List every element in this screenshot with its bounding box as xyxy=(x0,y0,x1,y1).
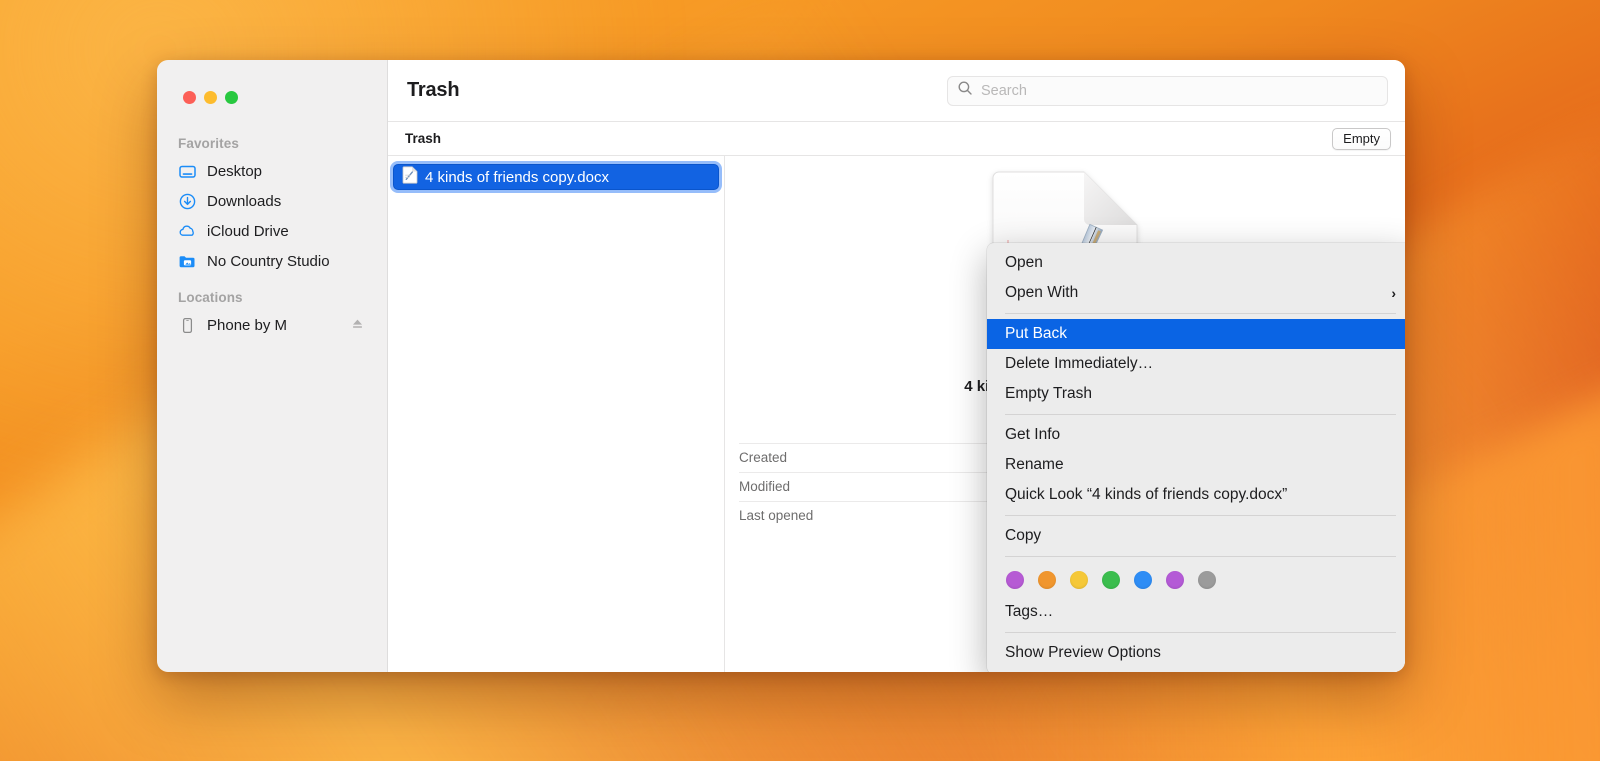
sidebar-item-label: No Country Studio xyxy=(207,254,330,269)
menu-item-show-preview-options[interactable]: Show Preview Options xyxy=(987,638,1405,668)
finder-window: Favorites Desktop Downloads xyxy=(157,60,1405,672)
sidebar-item-phone-by-m[interactable]: Phone by M xyxy=(157,310,387,340)
file-list-row-selected[interactable]: 4 kinds of friends copy.docx xyxy=(393,164,719,190)
sidebar-item-label: Phone by M xyxy=(207,318,287,333)
menu-item-label: Open xyxy=(1005,254,1043,272)
docx-file-icon xyxy=(402,166,418,188)
menu-separator xyxy=(1005,515,1396,516)
menu-item-put-back[interactable]: Put Back xyxy=(987,319,1405,349)
sidebar-item-desktop[interactable]: Desktop xyxy=(157,156,387,186)
menu-item-label: Rename xyxy=(1005,456,1064,474)
menu-item-empty-trash[interactable]: Empty Trash xyxy=(987,379,1405,409)
menu-item-label: Copy xyxy=(1005,527,1041,545)
page-title: Trash xyxy=(407,79,459,102)
menu-item-tags[interactable]: Tags… xyxy=(987,597,1405,627)
menu-separator xyxy=(1005,556,1396,557)
sidebar-item-icloud-drive[interactable]: iCloud Drive xyxy=(157,216,387,246)
search-field[interactable] xyxy=(947,76,1388,106)
sidebar-item-no-country-studio[interactable]: No Country Studio xyxy=(157,246,387,276)
breadcrumb: Trash xyxy=(405,131,441,146)
sidebar-item-downloads[interactable]: Downloads xyxy=(157,186,387,216)
tag-color-swatches xyxy=(987,562,1405,597)
chevron-right-icon: › xyxy=(1391,285,1396,301)
menu-item-label: Tags… xyxy=(1005,603,1053,621)
menu-item-copy[interactable]: Copy xyxy=(987,521,1405,551)
menu-item-get-info[interactable]: Get Info xyxy=(987,420,1405,450)
context-menu: Open Open With › Put Back Delete Immedia… xyxy=(987,243,1405,672)
menu-item-label: Open With xyxy=(1005,284,1078,302)
info-label: Last opened xyxy=(739,508,813,523)
search-icon xyxy=(957,80,973,101)
sidebar-section-favorites-title: Favorites xyxy=(157,122,387,156)
sidebar-item-label: Desktop xyxy=(207,164,262,179)
tag-swatch-green[interactable] xyxy=(1102,571,1120,589)
sidebar-section-locations-title: Locations xyxy=(157,276,387,310)
info-label: Created xyxy=(739,450,787,465)
tag-swatch-yellow[interactable] xyxy=(1070,571,1088,589)
file-list: 4 kinds of friends copy.docx xyxy=(388,156,725,672)
icloud-icon xyxy=(178,222,197,241)
menu-item-quick-look[interactable]: Quick Look “4 kinds of friends copy.docx… xyxy=(987,480,1405,510)
menu-item-label: Empty Trash xyxy=(1005,385,1092,403)
main-pane: Trash Trash Empty xyxy=(388,60,1405,672)
toolbar: Trash xyxy=(388,60,1405,122)
path-bar: Trash Empty xyxy=(388,122,1405,156)
menu-item-label: Show Preview Options xyxy=(1005,644,1161,662)
desktop-icon xyxy=(178,162,197,181)
menu-item-label: Delete Immediately… xyxy=(1005,355,1153,373)
menu-separator xyxy=(1005,414,1396,415)
desktop-background: Favorites Desktop Downloads xyxy=(0,0,1600,761)
search-input[interactable] xyxy=(981,83,1378,99)
sidebar-item-label: Downloads xyxy=(207,194,281,209)
menu-item-delete-immediately[interactable]: Delete Immediately… xyxy=(987,349,1405,379)
menu-separator xyxy=(1005,632,1396,633)
tag-swatch-purple[interactable] xyxy=(1166,571,1184,589)
menu-separator xyxy=(1005,313,1396,314)
tag-swatch-blue[interactable] xyxy=(1134,571,1152,589)
tag-swatch-orange[interactable] xyxy=(1038,571,1056,589)
menu-item-rename[interactable]: Rename xyxy=(987,450,1405,480)
sidebar: Favorites Desktop Downloads xyxy=(157,60,388,672)
empty-trash-button[interactable]: Empty xyxy=(1332,128,1391,150)
eject-icon[interactable] xyxy=(350,316,365,335)
maximize-button[interactable] xyxy=(225,91,238,104)
downloads-icon xyxy=(178,192,197,211)
file-name-label: 4 kinds of friends copy.docx xyxy=(425,169,609,186)
menu-item-open[interactable]: Open xyxy=(987,248,1405,278)
folder-icon xyxy=(178,252,197,271)
menu-item-label: Quick Look “4 kinds of friends copy.docx… xyxy=(1005,486,1287,504)
window-controls xyxy=(157,60,387,122)
close-button[interactable] xyxy=(183,91,196,104)
menu-item-open-with[interactable]: Open With › xyxy=(987,278,1405,308)
menu-item-label: Get Info xyxy=(1005,426,1060,444)
tag-swatch-purple-red[interactable] xyxy=(1006,571,1024,589)
minimize-button[interactable] xyxy=(204,91,217,104)
sidebar-item-label: iCloud Drive xyxy=(207,224,289,239)
tag-swatch-gray[interactable] xyxy=(1198,571,1216,589)
iphone-icon xyxy=(178,316,197,335)
menu-item-label: Put Back xyxy=(1005,325,1067,343)
info-label: Modified xyxy=(739,479,790,494)
